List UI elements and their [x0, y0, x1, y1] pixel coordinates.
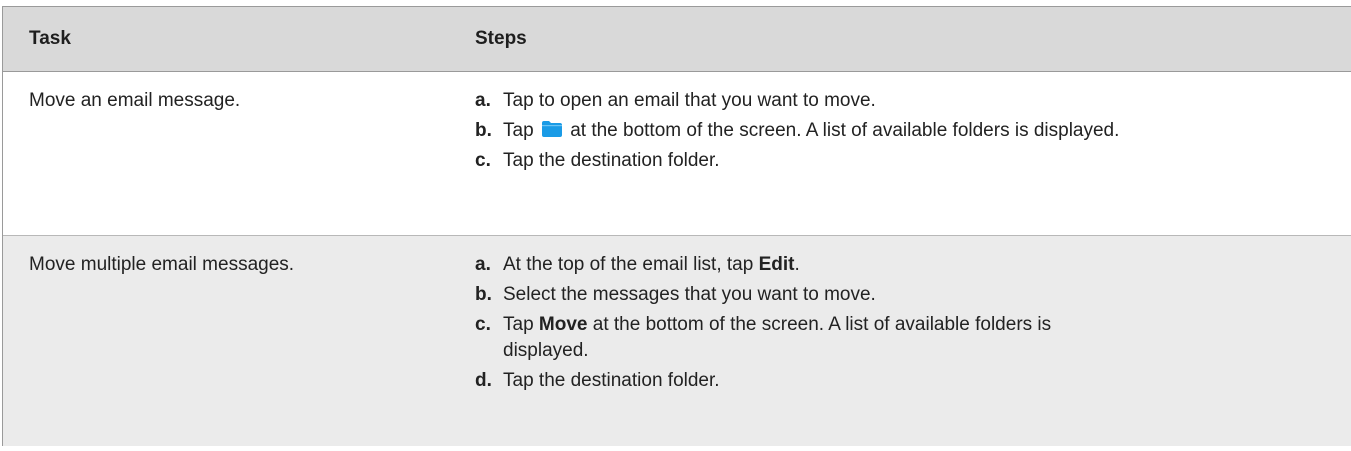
step-item: b. Tap at the bottom of the screen. A li…	[475, 118, 1351, 144]
step-marker: a.	[475, 90, 491, 111]
task-steps-table: Task Steps Move an email message. a. Tap…	[2, 6, 1351, 446]
step-text-after: .	[794, 254, 800, 275]
table-row: Move multiple email messages. a. At the …	[3, 236, 1351, 446]
step-item: d. Tap the destination folder.	[475, 368, 1351, 394]
step-marker: a.	[475, 254, 491, 275]
step-text: Tap to open an email that you want to mo…	[503, 90, 876, 111]
step-text: Tap the destination folder.	[503, 370, 720, 391]
table-header-row: Task Steps	[3, 7, 1351, 72]
steps-cell: a. Tap to open an email that you want to…	[451, 72, 1351, 235]
task-cell: Move multiple email messages.	[3, 236, 451, 446]
step-text-before: Tap	[503, 120, 534, 141]
step-item: c. Tap Move at the bottom of the screen.…	[475, 312, 1351, 364]
header-steps: Steps	[475, 28, 527, 49]
step-marker: b.	[475, 120, 492, 141]
step-item: b. Select the messages that you want to …	[475, 282, 1351, 308]
steps-list: a. At the top of the email list, tap Edi…	[475, 252, 1351, 394]
table-row: Move an email message. a. Tap to open an…	[3, 72, 1351, 236]
step-text-after: at the bottom of the screen. A list of a…	[570, 120, 1120, 141]
step-text-before: At the top of the email list, tap	[503, 254, 759, 275]
folder-icon	[541, 121, 562, 137]
step-item: a. Tap to open an email that you want to…	[475, 88, 1351, 114]
step-marker: b.	[475, 284, 492, 305]
step-text: Select the messages that you want to mov…	[503, 284, 876, 305]
steps-cell: a. At the top of the email list, tap Edi…	[451, 236, 1351, 446]
step-text: Tap Move at the bottom of the screen. A …	[503, 312, 1133, 364]
step-text: At the top of the email list, tap Edit.	[503, 252, 1133, 278]
task-cell: Move an email message.	[3, 72, 451, 235]
step-marker: c.	[475, 314, 491, 335]
header-task: Task	[29, 28, 71, 49]
steps-list: a. Tap to open an email that you want to…	[475, 88, 1351, 174]
task-text: Move an email message.	[29, 90, 241, 111]
step-text: Tap at the bottom of the screen. A list …	[503, 118, 1133, 144]
task-text: Move multiple email messages.	[29, 254, 295, 275]
step-item: c. Tap the destination folder.	[475, 148, 1351, 174]
step-text-before: Tap	[503, 314, 539, 335]
step-marker: d.	[475, 370, 492, 391]
ui-term-move: Move	[538, 314, 588, 335]
step-marker: c.	[475, 150, 491, 171]
ui-term-edit: Edit	[758, 254, 795, 275]
step-text: Tap the destination folder.	[503, 150, 720, 171]
step-item: a. At the top of the email list, tap Edi…	[475, 252, 1351, 278]
